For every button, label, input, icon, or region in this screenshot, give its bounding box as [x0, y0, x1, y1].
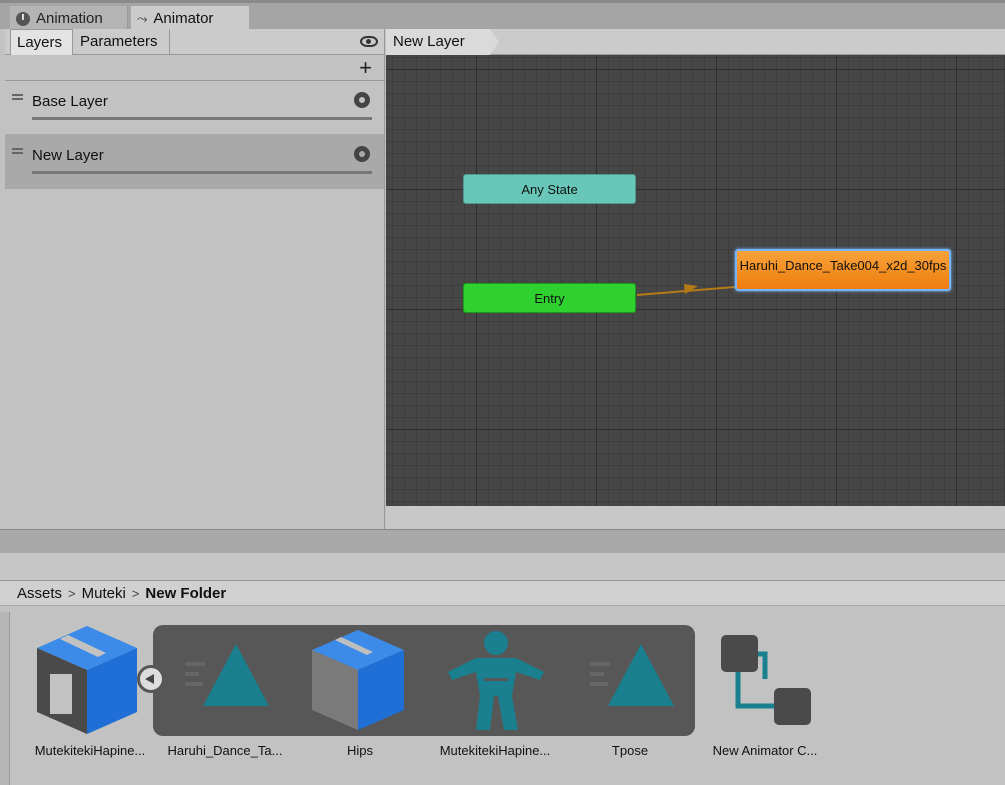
avatar-icon[interactable] [446, 630, 546, 730]
collapse-subassets-button[interactable] [137, 665, 165, 693]
asset-label: New Animator C... [712, 743, 818, 758]
state-machine-graph[interactable]: Any State Entry Haruhi_Dance_Take004_x2d… [386, 55, 1005, 506]
graph-breadcrumb-bar: New Layer [386, 29, 1005, 55]
animation-clip-icon[interactable] [590, 644, 676, 708]
project-panel-edge [0, 612, 10, 785]
layer-weight-bar [32, 171, 372, 174]
asset-label: Hips [346, 743, 373, 758]
breadcrumb-new-folder[interactable]: New Folder [145, 585, 226, 602]
tab-parameters[interactable]: Parameters [74, 29, 170, 55]
add-layer-plus-icon[interactable]: + [359, 57, 372, 79]
window-tab-bar: Animation ⤳ Animator [0, 0, 1005, 32]
gear-icon[interactable] [354, 146, 370, 162]
layer-base-layer[interactable]: Base Layer [5, 81, 384, 135]
graph-breadcrumb[interactable]: New Layer [386, 29, 499, 55]
layer-new-layer[interactable]: New Layer [5, 135, 384, 189]
breadcrumb-assets[interactable]: Assets [17, 585, 62, 602]
asset-label: Tpose [611, 743, 649, 758]
any-state-node[interactable]: Any State [463, 174, 636, 204]
add-layer-row: + [5, 55, 384, 81]
chevron-right-icon: > [131, 586, 140, 601]
drag-handle-icon[interactable] [12, 148, 23, 154]
clock-icon [16, 12, 30, 26]
breadcrumb-muteki[interactable]: Muteki [82, 585, 126, 602]
animator-controller-icon[interactable] [720, 634, 812, 726]
layers-panel-tabs: Layers Parameters [5, 29, 384, 55]
asset-label: MutekitekiHapine... [439, 743, 551, 758]
layer-weight-bar [32, 117, 372, 120]
layer-name: Base Layer [32, 93, 108, 110]
entry-node[interactable]: Entry [463, 283, 636, 313]
project-assets: MutekitekiHapine... Haruhi_Dance_Ta... H… [0, 606, 1005, 785]
eye-icon[interactable] [360, 36, 378, 47]
prefab-model-icon[interactable] [36, 626, 138, 734]
chevron-right-icon: > [68, 586, 76, 601]
layers-panel: Layers Parameters + Base Layer New Layer [5, 29, 385, 529]
default-state-node[interactable]: Haruhi_Dance_Take004_x2d_30fps [735, 249, 951, 291]
project-toolbar [0, 553, 1005, 581]
gear-icon[interactable] [354, 92, 370, 108]
tab-layers[interactable]: Layers [10, 29, 73, 55]
animation-clip-icon[interactable] [185, 644, 271, 708]
layer-name: New Layer [32, 147, 104, 164]
asset-label: Haruhi_Dance_Ta... [167, 743, 283, 758]
drag-handle-icon[interactable] [12, 94, 23, 100]
project-breadcrumb: Assets > Muteki > New Folder [0, 581, 1005, 606]
panel-separator [0, 529, 1005, 553]
graph-footer [386, 506, 1005, 529]
gameobject-icon[interactable] [311, 630, 405, 730]
asset-label: MutekitekiHapine... [34, 743, 146, 758]
